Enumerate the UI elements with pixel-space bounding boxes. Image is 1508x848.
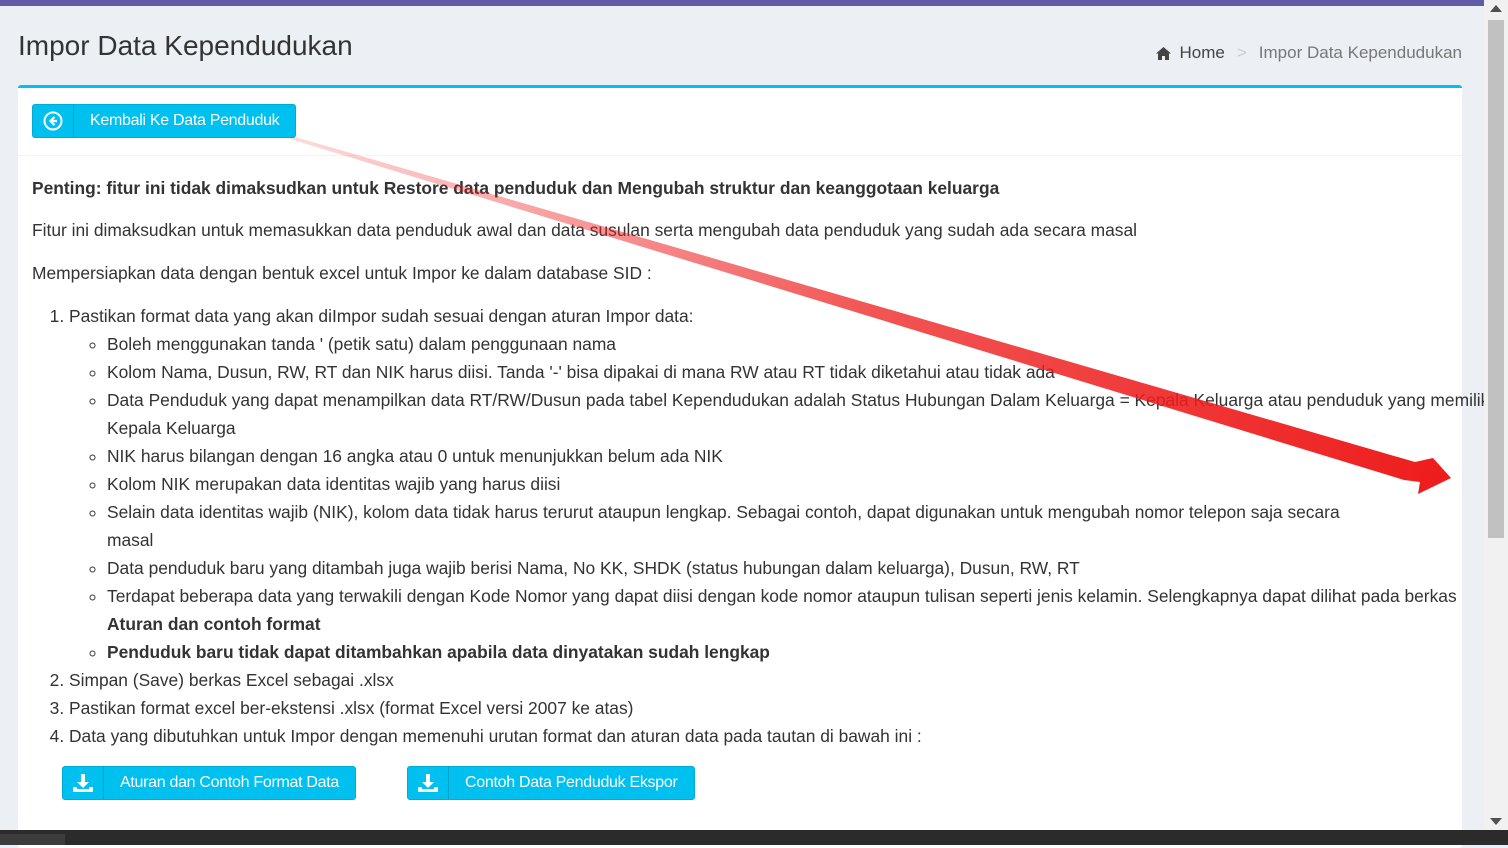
steps-list: Pastikan format data yang akan diImpor s… <box>32 302 1502 750</box>
box-header: Kembali Ke Data Penduduk <box>18 88 1462 156</box>
home-icon <box>1155 46 1171 60</box>
rule-item: Kolom Nama, Dusun, RW, RT dan NIK harus … <box>107 358 1502 386</box>
rule-item: Data Penduduk yang dapat menampilkan dat… <box>107 386 1502 442</box>
step-text: Pastikan format data yang akan diImpor s… <box>69 306 694 326</box>
arrow-circle-left-icon <box>33 105 74 137</box>
important-notice: Penting: fitur ini tidak dimaksudkan unt… <box>32 178 1000 198</box>
download-export-label: Contoh Data Penduduk Ekspor <box>465 774 678 791</box>
step-item: Pastikan format excel ber-ekstensi .xlsx… <box>69 694 1502 722</box>
breadcrumb: Home > Impor Data Kependudukan <box>1155 43 1462 63</box>
rule-text: Terdapat beberapa data yang terwakili de… <box>107 586 1457 606</box>
rule-item: Boleh menggunakan tanda ' (petik satu) d… <box>107 330 1502 358</box>
back-button-label: Kembali Ke Data Penduduk <box>90 112 280 129</box>
step-item: Data yang dibutuhkan untuk Impor dengan … <box>69 722 1502 750</box>
rule-text-continued: masal <box>107 530 154 550</box>
rules-list: Boleh menggunakan tanda ' (petik satu) d… <box>69 330 1502 666</box>
content-box: Kembali Ke Data Penduduk Penting: fitur … <box>18 85 1493 848</box>
intro-text: Fitur ini dimaksudkan untuk memasukkan d… <box>32 220 1138 240</box>
window-bottom-bar <box>0 830 1508 845</box>
prepare-text: Mempersiapkan data dengan bentuk excel u… <box>32 263 652 283</box>
rule-item: Data penduduk baru yang ditambah juga wa… <box>107 554 1502 582</box>
download-rules-button[interactable]: Aturan dan Contoh Format Data <box>62 766 356 800</box>
rule-text: Selain data identitas wajib (NIK), kolom… <box>107 502 1340 522</box>
breadcrumb-home-label: Home <box>1179 43 1225 62</box>
download-icon <box>408 767 449 799</box>
rule-item: Selain data identitas wajib (NIK), kolom… <box>107 498 1502 554</box>
breadcrumb-current: Impor Data Kependudukan <box>1258 43 1462 62</box>
scrollbar-thumb[interactable] <box>1488 20 1504 538</box>
download-export-sample-button[interactable]: Contoh Data Penduduk Ekspor <box>407 766 695 800</box>
top-navbar-strip <box>0 0 1484 6</box>
bottom-tab <box>0 834 65 845</box>
back-to-population-button[interactable]: Kembali Ke Data Penduduk <box>32 104 297 138</box>
scroll-down-arrow-icon[interactable] <box>1490 818 1502 825</box>
step-item: Pastikan format data yang akan diImpor s… <box>69 302 1502 666</box>
rule-item: NIK harus bilangan dengan 16 angka atau … <box>107 442 1502 470</box>
download-icon <box>63 767 104 799</box>
step-item: Simpan (Save) berkas Excel sebagai .xlsx <box>69 666 1502 694</box>
rule-file-reference: Aturan dan contoh format <box>107 614 321 634</box>
page-title: Impor Data Kependudukan <box>18 30 353 61</box>
scroll-up-arrow-icon[interactable] <box>1490 5 1502 12</box>
vertical-scrollbar[interactable] <box>1484 0 1508 830</box>
breadcrumb-home-link[interactable]: Home <box>1155 43 1225 63</box>
rule-item: Kolom NIK merupakan data identitas wajib… <box>107 470 1502 498</box>
rule-item: Terdapat beberapa data yang terwakili de… <box>107 582 1502 638</box>
breadcrumb-separator: > <box>1236 43 1247 62</box>
rule-item: Penduduk baru tidak dapat ditambahkan ap… <box>107 638 1502 666</box>
download-rules-label: Aturan dan Contoh Format Data <box>120 774 339 791</box>
